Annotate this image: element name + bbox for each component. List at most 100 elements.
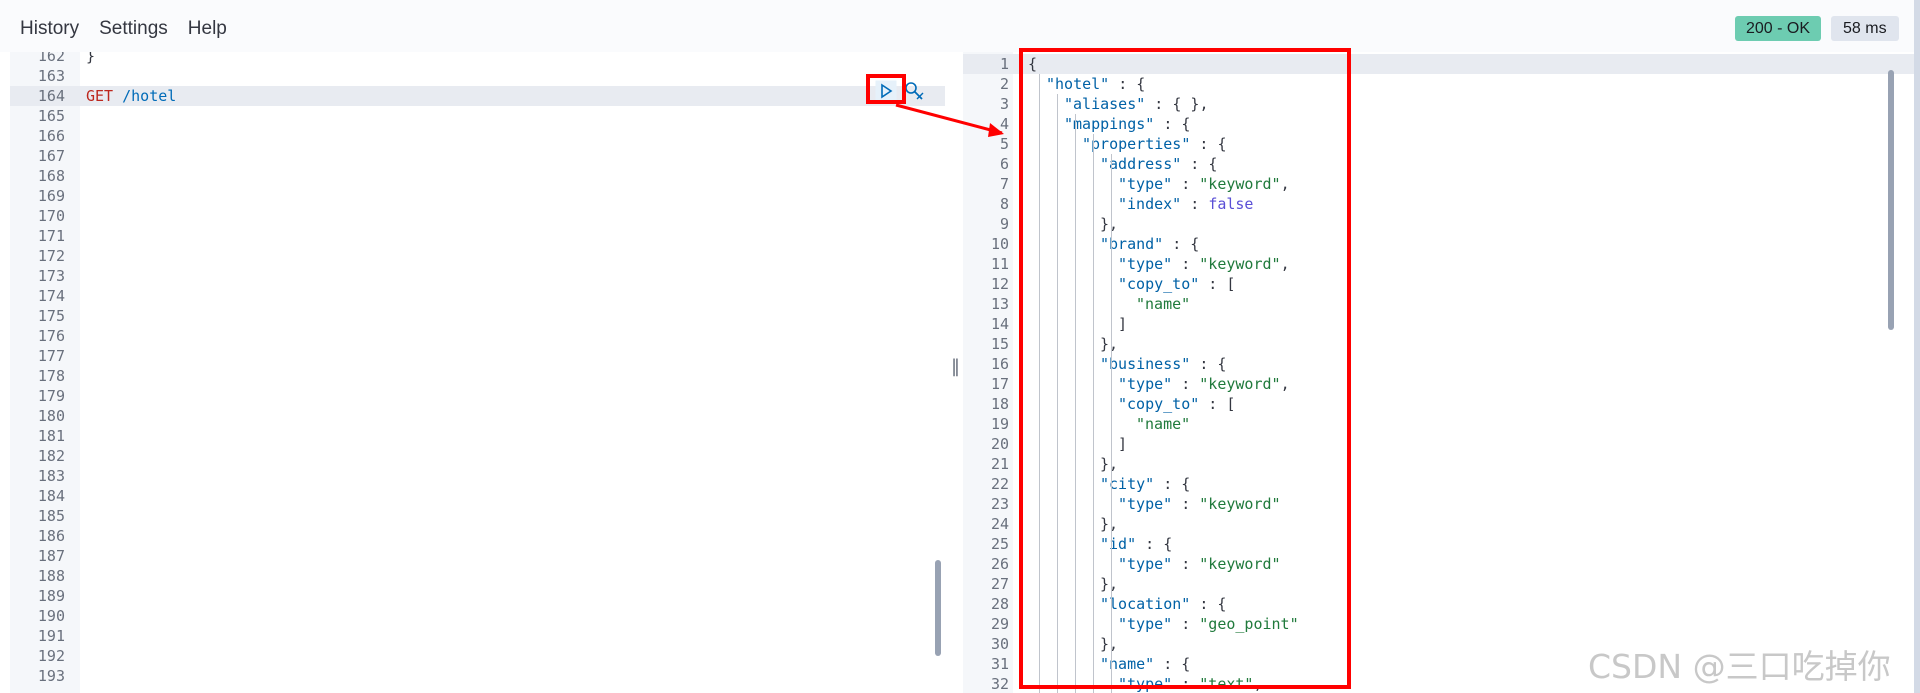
request-path: /hotel [113,87,177,105]
watermark: CSDN @三口吃掉你 [1588,647,1891,686]
request-line[interactable]: 176 [10,326,945,346]
request-line[interactable]: 185 [10,506,945,526]
request-line[interactable]: 175 [10,306,945,326]
line-number: 181 [37,427,65,445]
request-line[interactable]: 166 [10,126,945,146]
window-edge [1914,0,1920,693]
line-number: 16 [990,355,1009,373]
request-line[interactable]: 187 [10,546,945,566]
line-number: 18 [990,395,1009,413]
line-number: 26 [990,555,1009,573]
line-number: 170 [37,207,65,225]
request-line[interactable]: 170 [10,206,945,226]
line-number: 20 [990,435,1009,453]
pane-resize-handle[interactable]: ‖ [951,356,960,377]
request-line[interactable]: 173 [10,266,945,286]
line-number: 175 [37,307,65,325]
request-editor[interactable]: 162} 163 164 GET /hotel 165 166 167 168 169 170 17… [10,52,945,693]
request-line[interactable]: 188 [10,566,945,586]
line-number: 29 [990,615,1009,633]
menu-item-history[interactable]: History [10,0,89,40]
line-number: 166 [37,127,65,145]
line-number: 21 [990,455,1009,473]
line-number: 27 [990,575,1009,593]
line-number: 185 [37,507,65,525]
line-number: 24 [990,515,1009,533]
request-line[interactable]: 169 [10,186,945,206]
request-line[interactable]: 186 [10,526,945,546]
status-badge: 200 - OK [1735,16,1822,41]
request-line[interactable]: 178 [10,366,945,386]
line-number: 6 [999,155,1009,173]
line-number: 2 [999,75,1009,93]
line-number: 19 [990,415,1009,433]
line-number: 192 [37,647,65,665]
request-line[interactable]: 162} [10,52,945,66]
line-number: 168 [37,167,65,185]
line-number: 190 [37,607,65,625]
main-menu: History Settings Help [10,0,237,40]
line-number: 25 [990,535,1009,553]
line-number: 22 [990,475,1009,493]
request-line[interactable]: 182 [10,446,945,466]
line-number: 167 [37,147,65,165]
request-scrollbar[interactable] [935,560,941,656]
line-number: 183 [37,467,65,485]
line-number: 178 [37,367,65,385]
request-line[interactable]: 179 [10,386,945,406]
request-line[interactable]: 164 GET /hotel [10,86,945,106]
line-number: 164 [37,87,65,105]
request-line[interactable]: 190 [10,606,945,626]
request-line[interactable]: 168 [10,166,945,186]
request-line[interactable]: 189 [10,586,945,606]
request-line[interactable]: 163 [10,66,945,86]
line-number: 10 [990,235,1009,253]
request-line[interactable]: 193 [10,666,945,686]
request-code: } [86,52,96,65]
request-line[interactable]: 181 [10,426,945,446]
request-line[interactable]: 167 [10,146,945,166]
line-number: 174 [37,287,65,305]
line-number: 165 [37,107,65,125]
request-code: GET /hotel [86,86,176,106]
line-number: 193 [37,667,65,685]
line-number: 182 [37,447,65,465]
request-line[interactable]: 165 [10,106,945,126]
request-line[interactable]: 180 [10,406,945,426]
line-number: 186 [37,527,65,545]
request-line[interactable]: 171 [10,226,945,246]
request-line[interactable]: 192 [10,646,945,666]
line-number: 11 [990,255,1009,273]
line-number: 171 [37,227,65,245]
request-line[interactable]: 191 [10,626,945,646]
line-number: 8 [999,195,1009,213]
line-number: 30 [990,635,1009,653]
menu-item-help[interactable]: Help [178,0,237,40]
line-number: 7 [999,175,1009,193]
line-number: 13 [990,295,1009,313]
request-line[interactable]: 184 [10,486,945,506]
request-line[interactable]: 183 [10,466,945,486]
http-method: GET [86,87,114,105]
line-number: 184 [37,487,65,505]
line-number: 17 [990,375,1009,393]
line-number: 163 [37,67,65,85]
line-number: 187 [37,547,65,565]
menu-item-settings[interactable]: Settings [89,0,178,40]
request-line[interactable]: 177 [10,346,945,366]
line-number: 15 [990,335,1009,353]
line-number: 32 [990,675,1009,693]
request-line[interactable]: 172 [10,246,945,266]
line-number: 188 [37,567,65,585]
top-menu-bar: History Settings Help 200 - OK 58 ms [0,0,1920,52]
line-number: 162 [37,52,65,65]
response-time-badge: 58 ms [1831,16,1899,41]
line-number: 191 [37,627,65,645]
line-number: 176 [37,327,65,345]
line-number: 169 [37,187,65,205]
line-number: 172 [37,247,65,265]
line-number: 28 [990,595,1009,613]
line-number: 9 [999,215,1009,233]
request-line[interactable]: 174 [10,286,945,306]
response-scrollbar[interactable] [1888,70,1894,330]
